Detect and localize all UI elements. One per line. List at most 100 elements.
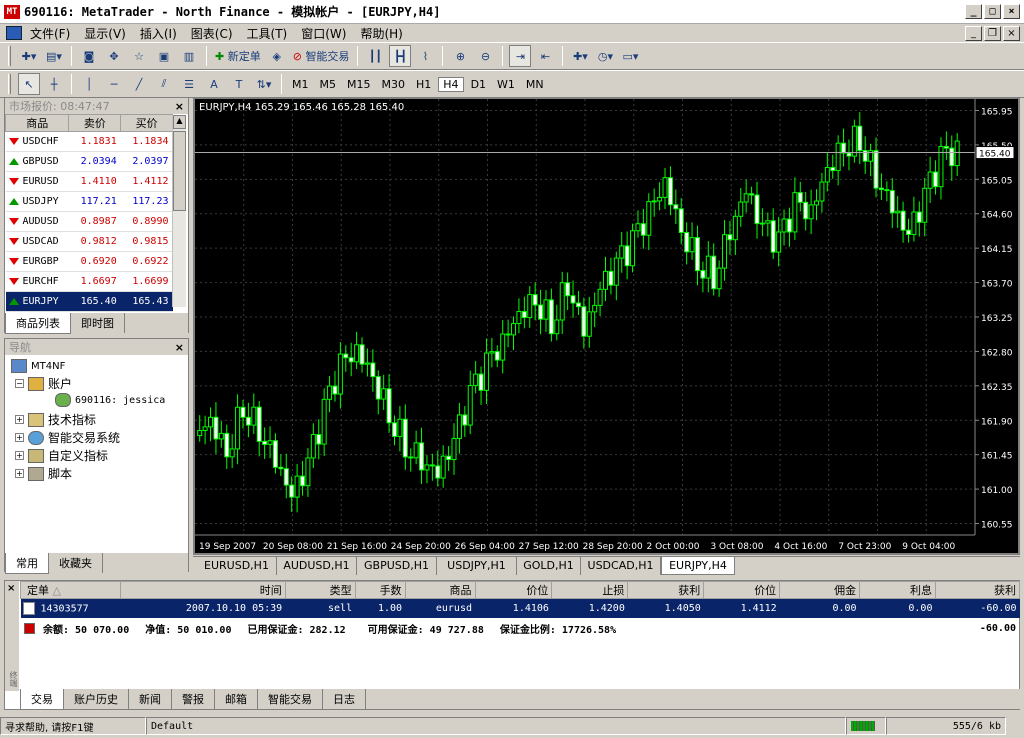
nav-indicators[interactable]: + 技术指标: [15, 411, 96, 428]
auto-scroll-icon[interactable]: ⇥: [509, 45, 532, 67]
menu-window[interactable]: 窗口(W): [295, 25, 352, 42]
column-header[interactable]: 价位: [703, 581, 781, 599]
menu-tools[interactable]: 工具(T): [241, 25, 294, 42]
column-header[interactable]: 价位: [474, 581, 553, 599]
timeframe-mn[interactable]: MN: [522, 78, 548, 91]
navigator-toggle-icon[interactable]: ☆: [128, 45, 150, 67]
menu-view[interactable]: 显示(V): [78, 25, 132, 42]
column-header[interactable]: 商品: [404, 581, 476, 599]
chart-tab-usdcad[interactable]: USDCAD,H1: [581, 557, 661, 575]
column-header[interactable]: 买价: [120, 114, 173, 132]
new-chart-button[interactable]: ✚▾: [18, 45, 40, 67]
tab-favorites[interactable]: 收藏夹: [49, 553, 103, 573]
column-header[interactable]: 手数: [354, 581, 406, 599]
data-window-icon[interactable]: ✥: [103, 45, 125, 67]
timeframe-m1[interactable]: M1: [288, 78, 313, 91]
timeframe-h4[interactable]: H4: [438, 76, 464, 92]
timeframe-d1[interactable]: D1: [467, 78, 490, 91]
column-header[interactable]: 定单 △: [20, 581, 121, 599]
chart-tab-gbpusd[interactable]: GBPUSD,H1: [357, 557, 437, 575]
column-header[interactable]: 佣金: [779, 581, 861, 599]
scrollbar[interactable]: ▲: [172, 115, 186, 307]
tab-symbols[interactable]: 商品列表: [5, 313, 71, 334]
menu-insert[interactable]: 插入(I): [134, 25, 183, 42]
menu-file[interactable]: 文件(F): [24, 25, 76, 42]
chart-tab-usdjpy[interactable]: USDJPY,H1: [437, 557, 517, 575]
child-close-button[interactable]: ×: [1003, 26, 1020, 41]
chart-shift-icon[interactable]: ⇤: [534, 45, 556, 67]
candlestick-chart-icon[interactable]: ┣┫: [389, 45, 412, 67]
timeframe-m5[interactable]: M5: [316, 78, 341, 91]
market-watch-toggle-icon[interactable]: ◙: [78, 45, 100, 67]
child-minimize-button[interactable]: _: [965, 26, 982, 41]
close-icon[interactable]: ×: [175, 100, 184, 113]
trendline-icon[interactable]: ╱: [128, 73, 150, 95]
menu-help[interactable]: 帮助(H): [354, 25, 408, 42]
menu-charts[interactable]: 图表(C): [185, 25, 239, 42]
timeframe-w1[interactable]: W1: [493, 78, 519, 91]
arrows-icon[interactable]: ⇅▾: [253, 73, 275, 95]
cursor-icon[interactable]: ↖: [18, 73, 40, 95]
close-icon[interactable]: ×: [175, 341, 184, 354]
timeframe-m30[interactable]: M30: [378, 78, 410, 91]
tab-common[interactable]: 常用: [5, 553, 49, 574]
periods-button[interactable]: ◷▾: [594, 45, 616, 67]
column-header[interactable]: 止损: [551, 581, 629, 599]
column-header[interactable]: 类型: [284, 581, 356, 599]
new-order-button[interactable]: ✚ 新定单: [213, 45, 263, 67]
horizontal-line-icon[interactable]: ─: [103, 73, 125, 95]
close-icon[interactable]: ×: [7, 583, 15, 594]
terminal-toggle-icon[interactable]: ▣: [153, 45, 175, 67]
nav-custom-indicators[interactable]: + 自定义指标: [15, 447, 108, 464]
zoom-in-icon[interactable]: ⊕: [449, 45, 471, 67]
nav-experts[interactable]: + 智能交易系统: [15, 429, 120, 446]
column-header[interactable]: 商品: [4, 114, 70, 132]
expert-advisors-button[interactable]: ⊘ 智能交易: [291, 45, 352, 67]
list-item[interactable]: USDJPY 117.21 117.23: [5, 191, 173, 212]
list-item[interactable]: GBPUSD 2.0394 2.0397: [5, 151, 173, 172]
nav-accounts[interactable]: − 账户: [15, 375, 72, 392]
column-header[interactable]: 获利: [627, 581, 705, 599]
metaeditor-icon[interactable]: ◈: [266, 45, 288, 67]
chart-tab-eurjpy[interactable]: EURJPY,H4: [661, 557, 735, 575]
chart-tab-audusd[interactable]: AUDUSD,H1: [277, 557, 357, 575]
label-tool-icon[interactable]: T: [228, 73, 250, 95]
nav-root[interactable]: MT4NF: [11, 359, 65, 373]
zoom-out-icon[interactable]: ⊖: [474, 45, 496, 67]
maximize-button[interactable]: □: [984, 4, 1001, 19]
chart-tab-gold[interactable]: GOLD,H1: [517, 557, 581, 575]
list-item[interactable]: USDCHF 1.1831 1.1834: [5, 131, 173, 152]
channel-icon[interactable]: ⫽: [153, 73, 175, 95]
line-chart-icon[interactable]: ⌇: [414, 45, 436, 67]
list-item[interactable]: USDCAD 0.9812 0.9815: [5, 231, 173, 252]
tab-experts[interactable]: 智能交易: [258, 689, 323, 709]
column-header[interactable]: 利息: [859, 581, 936, 599]
collapse-icon[interactable]: −: [15, 379, 24, 388]
list-item[interactable]: EURGBP 0.6920 0.6922: [5, 251, 173, 272]
column-header[interactable]: 卖价: [68, 114, 122, 132]
tab-trade[interactable]: 交易: [20, 689, 64, 710]
price-chart[interactable]: 165.95165.50165.05164.60164.15163.70163.…: [195, 99, 1018, 553]
profiles-button[interactable]: ▤▾: [43, 45, 65, 67]
fibonacci-icon[interactable]: ☰: [178, 73, 200, 95]
indicators-button[interactable]: ✚▾: [569, 45, 591, 67]
tab-tick-chart[interactable]: 即时图: [71, 313, 125, 333]
minimize-button[interactable]: _: [965, 4, 982, 19]
templates-button[interactable]: ▭▾: [619, 45, 641, 67]
crosshair-icon[interactable]: ┼: [43, 73, 65, 95]
nav-account[interactable]: 690116: jessica: [55, 393, 165, 407]
timeframe-m15[interactable]: M15: [343, 78, 375, 91]
nav-scripts[interactable]: + 脚本: [15, 465, 72, 482]
close-button[interactable]: ×: [1003, 4, 1020, 19]
expand-icon[interactable]: +: [15, 433, 24, 442]
column-header[interactable]: 获利: [934, 581, 1021, 599]
list-item[interactable]: EURCHF 1.6697 1.6699: [5, 271, 173, 292]
tab-news[interactable]: 新闻: [129, 689, 172, 709]
list-item[interactable]: AUDUSD 0.8987 0.8990: [5, 211, 173, 232]
list-item[interactable]: EURJPY 165.40 165.43: [5, 291, 173, 312]
column-header[interactable]: 时间: [119, 581, 286, 599]
child-restore-button[interactable]: ❐: [984, 26, 1001, 41]
expand-icon[interactable]: +: [15, 415, 24, 424]
expand-icon[interactable]: +: [15, 451, 24, 460]
vertical-line-icon[interactable]: │: [78, 73, 100, 95]
